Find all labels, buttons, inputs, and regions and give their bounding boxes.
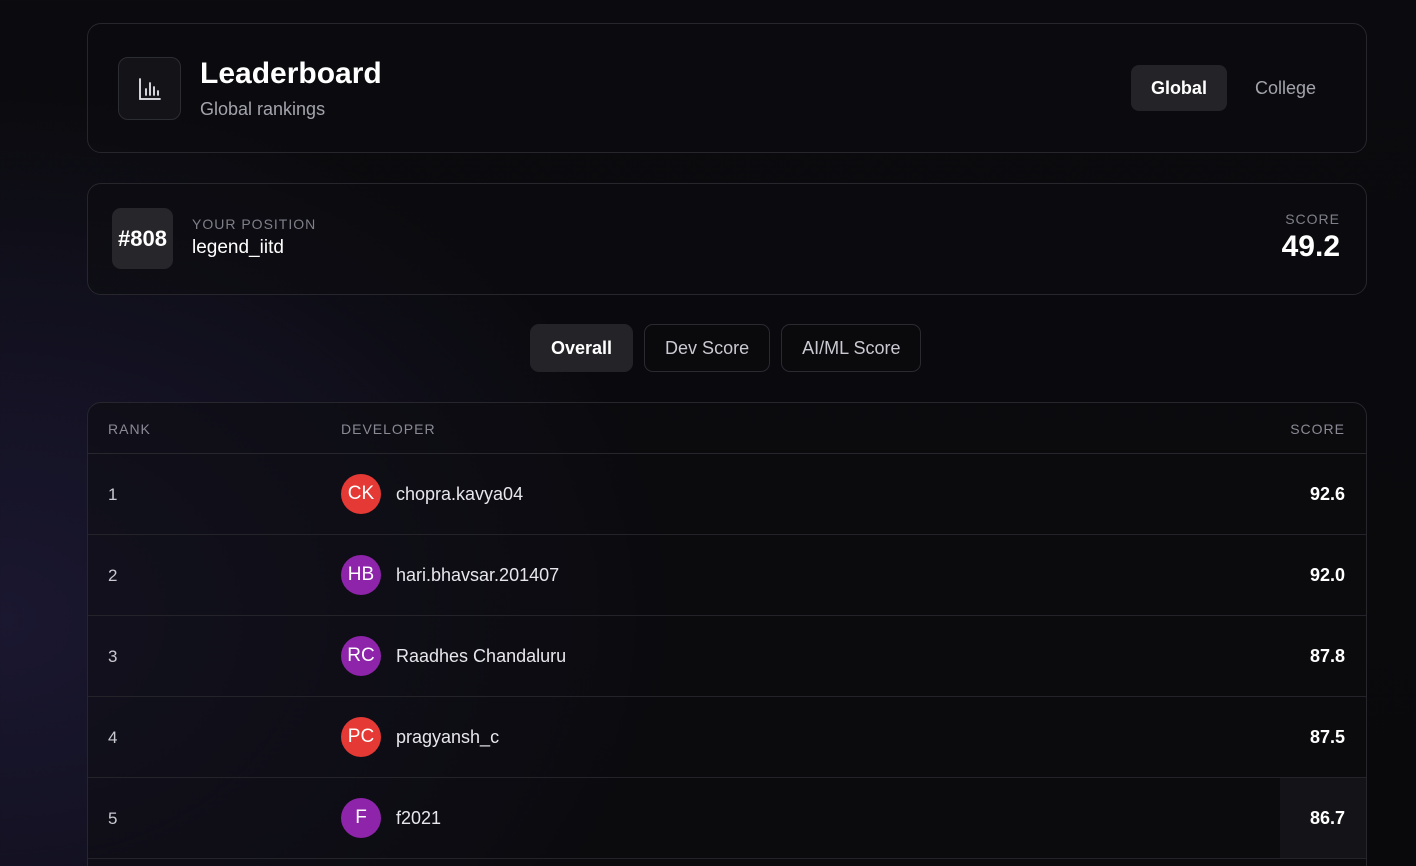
row-rank: 2 <box>108 566 118 585</box>
avatar: CK <box>341 474 381 514</box>
developer-name[interactable]: hari.bhavsar.201407 <box>396 565 559 586</box>
table-row[interactable]: 3 RC Raadhes Chandaluru 87.8 <box>88 616 1366 697</box>
row-rank: 5 <box>108 809 118 828</box>
table-row[interactable]: 2 HB hari.bhavsar.201407 92.0 <box>88 535 1366 616</box>
your-rank-badge: #808 <box>112 208 173 269</box>
table-row[interactable]: 4 PC pragyansh_c 87.5 <box>88 697 1366 778</box>
row-score: 87.5 <box>1309 727 1345 747</box>
row-score: 92.6 <box>1309 484 1345 504</box>
scope-toggle: Global College <box>1130 65 1336 111</box>
developer-name[interactable]: f2021 <box>396 808 441 829</box>
scope-global-button[interactable]: Global <box>1130 65 1227 111</box>
avatar: RC <box>341 636 381 676</box>
developer-name[interactable]: Raadhes Chandaluru <box>396 646 566 667</box>
avatar: HB <box>341 555 381 595</box>
row-score: 87.8 <box>1309 646 1345 666</box>
table-header: RANK DEVELOPER SCORE <box>88 403 1366 454</box>
your-username: legend_iitd <box>192 237 284 258</box>
developer-name[interactable]: chopra.kavya04 <box>396 484 523 505</box>
your-score-label: SCORE <box>1285 211 1340 227</box>
your-position-card: #808 YOUR POSITION legend_iitd SCORE 49.… <box>87 183 1367 295</box>
developer-name[interactable]: pragyansh_c <box>396 727 499 748</box>
column-header-rank[interactable]: RANK <box>108 421 151 437</box>
tab-overall[interactable]: Overall <box>530 324 634 372</box>
table-row[interactable]: 1 CK chopra.kavya04 92.6 <box>88 454 1366 535</box>
page-subtitle: Global rankings <box>200 99 326 119</box>
row-rank: 3 <box>108 647 118 666</box>
leaderboard-header: Leaderboard Global rankings Global Colle… <box>87 23 1367 153</box>
page-title: Leaderboard <box>200 57 382 90</box>
row-score: 92.0 <box>1309 565 1345 585</box>
avatar: F <box>341 798 381 838</box>
avatar: PC <box>341 717 381 757</box>
your-score-value: 49.2 <box>1281 230 1340 263</box>
your-position-label: YOUR POSITION <box>192 216 317 232</box>
column-header-score[interactable]: SCORE <box>1290 421 1345 437</box>
row-score: 86.7 <box>1309 808 1345 828</box>
tab-dev-score[interactable]: Dev Score <box>644 324 771 372</box>
leaderboard-table: RANK DEVELOPER SCORE 1 CK chopra.kavya04… <box>87 402 1367 866</box>
score-tabs: Overall Dev Score AI/ML Score <box>530 324 922 372</box>
row-rank: 1 <box>108 485 118 504</box>
column-header-developer[interactable]: DEVELOPER <box>341 421 436 437</box>
scope-college-button[interactable]: College <box>1235 65 1336 111</box>
row-rank: 4 <box>108 728 118 747</box>
table-row[interactable]: 5 F f2021 86.7 <box>88 778 1366 859</box>
tab-aiml-score[interactable]: AI/ML Score <box>781 324 922 372</box>
bar-chart-icon <box>118 57 181 120</box>
